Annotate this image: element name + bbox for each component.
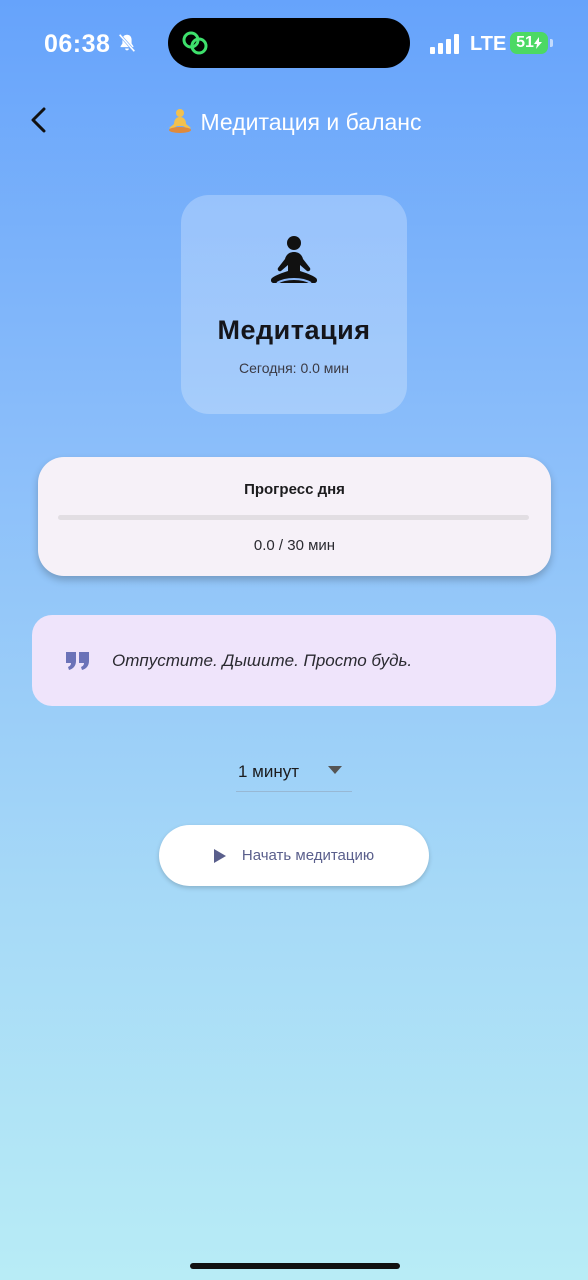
duration-dropdown[interactable]: 1 минут — [236, 752, 352, 792]
battery-level: 51 — [516, 34, 534, 51]
lotus-position-icon — [168, 109, 191, 133]
status-bar: 06:38 LTE 51 — [0, 0, 588, 90]
duration-selected: 1 минут — [238, 762, 300, 781]
progress-bar — [58, 515, 529, 520]
quote-card: Отпустите. Дышите. Просто будь. — [32, 615, 556, 706]
quote-icon — [66, 651, 89, 670]
play-icon — [213, 848, 226, 863]
network-type: LTE — [470, 33, 507, 55]
page-title-text: Медитация и баланс — [200, 109, 422, 135]
meditation-figure-icon — [270, 236, 318, 284]
signal-icon — [430, 34, 459, 54]
home-indicator[interactable] — [190, 1263, 400, 1269]
start-meditation-label: Начать медитацию — [241, 847, 375, 864]
today-minutes: Сегодня: 0.0 мин — [239, 360, 349, 376]
caret-down-icon — [328, 766, 342, 774]
battery-charging-icon: 51 — [510, 32, 548, 54]
battery-tip — [550, 39, 553, 47]
status-time: 06:38 — [44, 30, 111, 58]
meditation-card: Медитация Сегодня: 0.0 мин — [181, 195, 407, 414]
dynamic-island — [168, 18, 410, 68]
page-title: Медитация и баланс — [0, 108, 588, 136]
progress-title: Прогресс дня — [244, 481, 345, 498]
meditation-title: Медитация — [217, 315, 371, 345]
progress-card: Прогресс дня 0.0 / 30 мин — [38, 457, 551, 576]
linked-rings-icon — [182, 31, 208, 55]
progress-text: 0.0 / 30 мин — [253, 537, 336, 554]
quote-text: Отпустите. Дышите. Просто будь. — [112, 650, 413, 670]
bell-slash-icon — [118, 33, 136, 53]
start-meditation-button[interactable]: Начать медитацию — [159, 825, 429, 886]
bolt-icon — [533, 37, 542, 49]
